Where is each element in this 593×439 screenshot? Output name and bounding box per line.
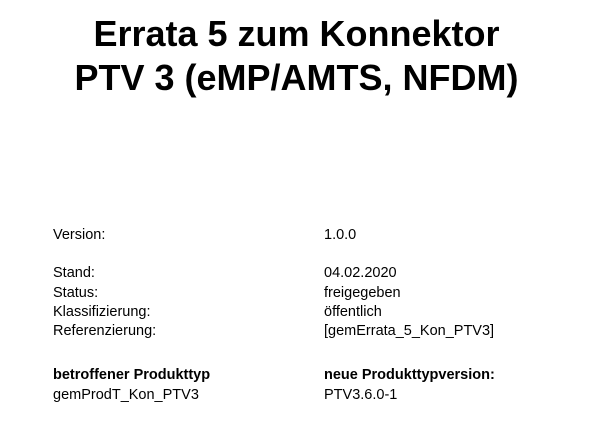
klassifizierung-row: Klassifizierung: öffentlich (0, 302, 593, 322)
version-label: Version: (53, 227, 106, 243)
status-value: freigegeben (324, 285, 401, 301)
product-version-header: neue Produkttypversion: (324, 367, 495, 383)
document-page: Errata 5 zum Konnektor PTV 3 (eMP/AMTS, … (0, 0, 593, 439)
product-header-row: betroffener Produkttyp neue Produkttypve… (0, 365, 593, 385)
version-row: Version: 1.0.0 (0, 225, 593, 245)
klassifizierung-label: Klassifizierung: (53, 304, 151, 320)
stand-row: Stand: 04.02.2020 (0, 263, 593, 283)
product-version-value: PTV3.6.0-1 (324, 387, 398, 403)
stand-value: 04.02.2020 (324, 265, 397, 281)
stand-label: Stand: (53, 265, 95, 281)
klassifizierung-value: öffentlich (324, 304, 382, 320)
product-type-value: gemProdT_Kon_PTV3 (53, 387, 199, 403)
referenzierung-label: Referenzierung: (53, 323, 157, 339)
referenzierung-row: Referenzierung: [gemErrata_5_Kon_PTV3] (0, 321, 593, 341)
document-title-line-1: Errata 5 zum Konnektor (93, 13, 500, 54)
referenzierung-value: [gemErrata_5_Kon_PTV3] (324, 323, 495, 339)
status-row: Status: freigegeben (0, 283, 593, 303)
document-title-line-2: PTV 3 (eMP/AMTS, NFDM) (74, 57, 519, 98)
status-label: Status: (53, 285, 99, 301)
product-value-row: gemProdT_Kon_PTV3 PTV3.6.0-1 (0, 385, 593, 405)
version-value: 1.0.0 (324, 227, 357, 243)
product-type-header: betroffener Produkttyp (53, 367, 211, 383)
